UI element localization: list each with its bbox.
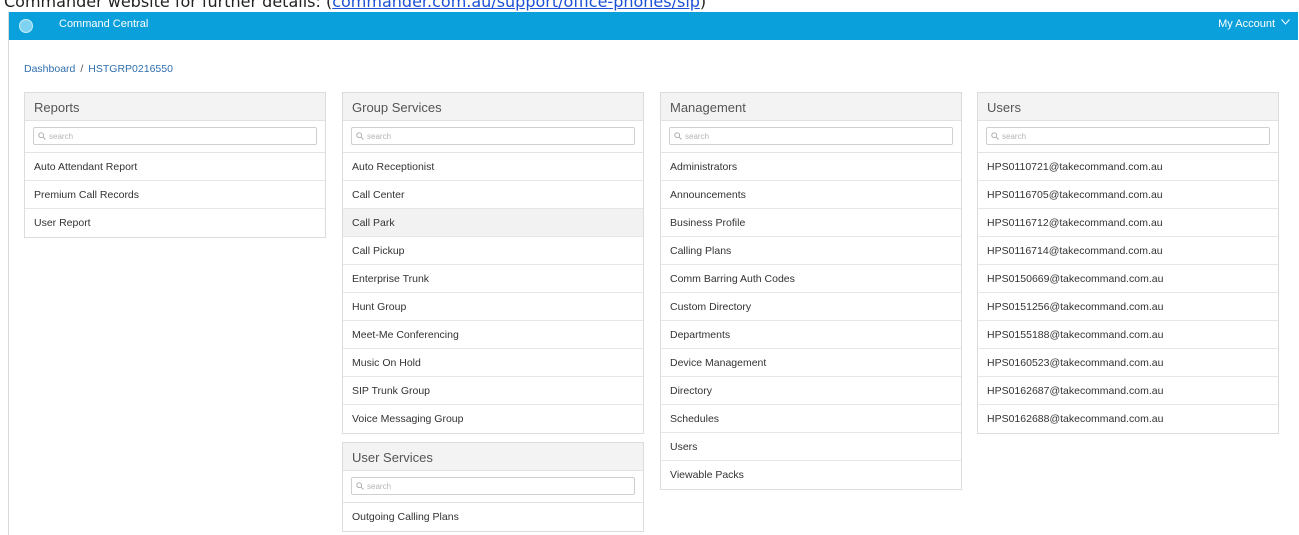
management-search-input[interactable] — [685, 131, 952, 141]
management-panel: Management AdministratorsAnnouncementsBu… — [660, 92, 962, 490]
users-search-row — [978, 121, 1278, 153]
group-services-search-input[interactable] — [367, 131, 634, 141]
document-text: Commander website for further details: ( — [4, 0, 333, 11]
document-link[interactable]: commander.com.au/support/office-phones/s… — [332, 0, 700, 11]
list-item[interactable]: Call Park — [343, 209, 643, 237]
user-services-panel: User Services Outgoing Calling Plans — [342, 442, 644, 532]
list-item[interactable]: Auto Attendant Report — [25, 153, 325, 181]
group-services-search-row — [343, 121, 643, 153]
list-item[interactable]: Departments — [661, 321, 961, 349]
list-item[interactable]: SIP Trunk Group — [343, 377, 643, 405]
reports-search-row — [25, 121, 325, 153]
list-item[interactable]: Directory — [661, 377, 961, 405]
user-services-search-row — [343, 471, 643, 503]
list-item[interactable]: HPS0155188@takecommand.com.au — [978, 321, 1278, 349]
list-item[interactable]: HPS0160523@takecommand.com.au — [978, 349, 1278, 377]
list-item[interactable]: HPS0150669@takecommand.com.au — [978, 265, 1278, 293]
breadcrumb-current[interactable]: HSTGRP0216550 — [88, 63, 173, 75]
list-item[interactable]: Schedules — [661, 405, 961, 433]
group-services-panel-title: Group Services — [343, 93, 643, 121]
breadcrumb-dashboard-link[interactable]: Dashboard — [24, 63, 75, 75]
users-search-input[interactable] — [1002, 131, 1269, 141]
list-item[interactable]: Announcements — [661, 181, 961, 209]
list-item[interactable]: HPS0162688@takecommand.com.au — [978, 405, 1278, 433]
brand-logo-icon[interactable] — [19, 19, 33, 33]
list-item[interactable]: Administrators — [661, 153, 961, 181]
breadcrumb-separator: / — [80, 63, 84, 75]
search-icon — [356, 132, 364, 140]
list-item[interactable]: Outgoing Calling Plans — [343, 503, 643, 531]
management-panel-title: Management — [661, 93, 961, 121]
reports-panel-title: Reports — [25, 93, 325, 121]
app-frame: Command Central My Account Dashboard / HST… — [8, 12, 1298, 535]
list-item[interactable]: Meet-Me Conferencing — [343, 321, 643, 349]
list-item[interactable]: User Report — [25, 209, 325, 237]
reports-search-box[interactable] — [33, 127, 317, 145]
chevron-down-icon — [1281, 18, 1290, 26]
list-item[interactable]: Viewable Packs — [661, 461, 961, 489]
list-item[interactable]: Comm Barring Auth Codes — [661, 265, 961, 293]
search-icon — [356, 482, 364, 490]
reports-panel: Reports Auto Attendant ReportPremium Cal… — [24, 92, 326, 238]
list-item[interactable]: HPS0110721@takecommand.com.au — [978, 153, 1278, 181]
list-item[interactable]: Calling Plans — [661, 237, 961, 265]
document-text-line: Commander website for further details: (… — [4, 0, 706, 11]
list-item[interactable]: HPS0162687@takecommand.com.au — [978, 377, 1278, 405]
search-icon — [38, 132, 46, 140]
list-item[interactable]: Voice Messaging Group — [343, 405, 643, 433]
users-panel-title: Users — [978, 93, 1278, 121]
document-text-end: ) — [699, 0, 707, 11]
management-search-box[interactable] — [669, 127, 953, 145]
user-services-search-box[interactable] — [351, 477, 635, 495]
search-icon — [991, 132, 999, 140]
list-item[interactable]: HPS0116712@takecommand.com.au — [978, 209, 1278, 237]
reports-search-input[interactable] — [49, 131, 316, 141]
user-services-list: Outgoing Calling Plans — [343, 503, 643, 531]
search-icon — [674, 132, 682, 140]
my-account-label: My Account — [1218, 18, 1275, 30]
breadcrumb: Dashboard / HSTGRP0216550 — [24, 63, 173, 75]
reports-list: Auto Attendant Report Premium Call Record… — [25, 153, 325, 237]
group-services-panel: Group Services Auto ReceptionistCall Cen… — [342, 92, 644, 434]
list-item[interactable]: Users — [661, 433, 961, 461]
group-services-search-box[interactable] — [351, 127, 635, 145]
list-item[interactable]: Enterprise Trunk — [343, 265, 643, 293]
group-services-list: Auto Receptionist Call Center Call Park Cal… — [343, 153, 643, 433]
brand-name[interactable]: Command Central — [59, 18, 148, 30]
list-item[interactable]: Hunt Group — [343, 293, 643, 321]
list-item[interactable]: Premium Call Records — [25, 181, 325, 209]
my-account-menu[interactable]: My Account — [1218, 18, 1290, 30]
management-list: Administrators Announcements Business Prof… — [661, 153, 961, 489]
list-item[interactable]: Call Center — [343, 181, 643, 209]
user-services-panel-title: User Services — [343, 443, 643, 471]
users-search-box[interactable] — [986, 127, 1270, 145]
users-panel: Users HPS0110721@takecommand.com.auHPS01… — [977, 92, 1279, 434]
users-list: HPS0110721@takecommand.com.au HPS0116705@… — [978, 153, 1278, 433]
list-item[interactable]: HPS0151256@takecommand.com.au — [978, 293, 1278, 321]
list-item[interactable]: Custom Directory — [661, 293, 961, 321]
list-item[interactable]: HPS0116714@takecommand.com.au — [978, 237, 1278, 265]
list-item[interactable]: Device Management — [661, 349, 961, 377]
management-search-row — [661, 121, 961, 153]
list-item[interactable]: Music On Hold — [343, 349, 643, 377]
list-item[interactable]: HPS0116705@takecommand.com.au — [978, 181, 1278, 209]
list-item[interactable]: Auto Receptionist — [343, 153, 643, 181]
user-services-search-input[interactable] — [367, 481, 634, 491]
list-item[interactable]: Call Pickup — [343, 237, 643, 265]
top-navbar: Command Central My Account — [9, 12, 1298, 40]
document-text-strip: Commander website for further details: (… — [0, 0, 1299, 12]
list-item[interactable]: Business Profile — [661, 209, 961, 237]
